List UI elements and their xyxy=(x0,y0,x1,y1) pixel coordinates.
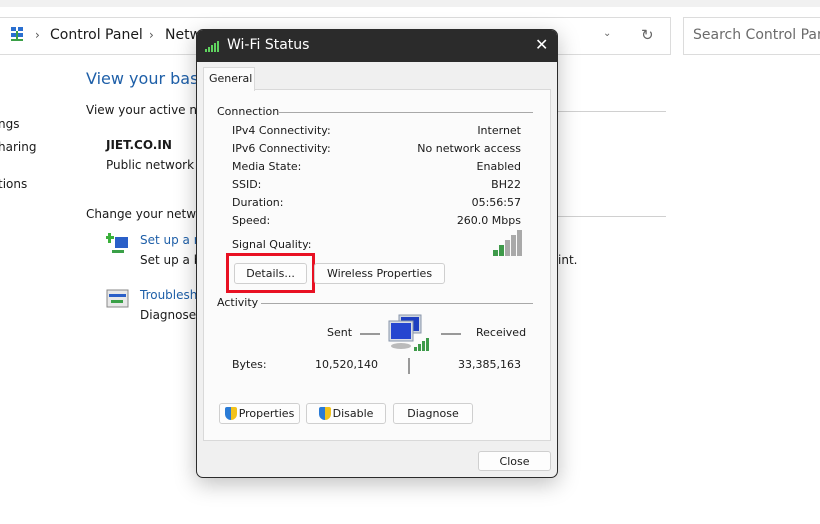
ipv4-label: IPv4 Connectivity: xyxy=(232,124,331,137)
signal-bar xyxy=(493,250,498,256)
window-top-strip xyxy=(0,0,820,7)
network-computers-icon xyxy=(387,313,437,362)
divider xyxy=(279,112,533,113)
duration-value: 05:56:57 xyxy=(471,196,521,209)
breadcrumb-separator: › xyxy=(149,28,154,42)
wireless-properties-button[interactable]: Wireless Properties xyxy=(314,263,445,284)
bytes-label: Bytes: xyxy=(232,358,267,371)
ipv6-label: IPv6 Connectivity: xyxy=(232,142,331,155)
sidebar-link[interactable]: ngs xyxy=(0,117,19,131)
properties-label: Properties xyxy=(238,407,295,420)
signal-bar xyxy=(511,235,516,256)
ipv6-value: No network access xyxy=(417,142,521,155)
uac-shield-icon xyxy=(224,407,237,420)
ssid-value: BH22 xyxy=(491,178,521,191)
activity-section-label: Activity xyxy=(217,296,259,309)
signal-bar xyxy=(505,240,510,256)
bytes-sent-value: 10,520,140 xyxy=(315,358,378,371)
bytes-received-value: 33,385,163 xyxy=(458,358,521,371)
signal-bar xyxy=(517,230,522,256)
details-button[interactable]: Details... xyxy=(234,263,307,284)
sent-line xyxy=(360,333,380,335)
speed-value: 260.0 Mbps xyxy=(456,214,521,227)
received-line xyxy=(441,333,461,335)
speed-label: Speed: xyxy=(232,214,271,227)
close-button[interactable]: Close xyxy=(478,451,551,471)
divider xyxy=(261,303,533,304)
signal-bar xyxy=(499,245,504,256)
close-icon[interactable]: ✕ xyxy=(535,35,548,54)
ipv4-value: Internet xyxy=(477,124,521,137)
network-type[interactable]: Public network xyxy=(106,158,194,172)
sidebar-link[interactable]: tions xyxy=(0,177,27,191)
connection-section-label: Connection xyxy=(217,105,280,118)
received-label: Received xyxy=(476,326,527,339)
dialog-title-bar[interactable]: Wi-Fi Status ✕ xyxy=(197,30,557,62)
ssid-label: SSID: xyxy=(232,178,262,191)
sent-label: Sent xyxy=(327,326,353,339)
chevron-down-icon[interactable]: ⌄ xyxy=(603,28,611,39)
media-state-value: Enabled xyxy=(476,160,521,173)
dialog-title: Wi-Fi Status xyxy=(227,37,310,53)
page-title: View your basic xyxy=(86,69,212,88)
troubleshoot-link[interactable]: Troublesho xyxy=(140,288,205,302)
refresh-icon[interactable]: ↻ xyxy=(641,26,654,44)
wifi-signal-icon xyxy=(205,40,221,56)
activity-divider xyxy=(408,358,410,374)
breadcrumb-control-panel[interactable]: Control Panel xyxy=(50,27,143,43)
breadcrumb-separator: › xyxy=(35,28,40,42)
duration-label: Duration: xyxy=(232,196,284,209)
network-icon xyxy=(10,26,24,42)
disable-label: Disable xyxy=(332,407,374,420)
change-settings-label: Change your networ xyxy=(86,207,209,221)
tab-general[interactable]: General xyxy=(203,67,255,91)
media-state-label: Media State: xyxy=(232,160,302,173)
uac-shield-icon xyxy=(318,407,331,420)
signal-quality-label: Signal Quality: xyxy=(232,238,312,251)
sidebar-link[interactable]: haring xyxy=(0,140,36,154)
properties-button[interactable]: Properties xyxy=(219,403,300,424)
wifi-status-dialog: Wi-Fi Status ✕ General Connection IPv4 C… xyxy=(196,29,558,478)
new-connection-icon xyxy=(105,232,130,256)
search-input[interactable]: Search Control Panel xyxy=(683,17,820,55)
disable-button[interactable]: Disable xyxy=(306,403,386,424)
setup-connection-desc-tail: int. xyxy=(558,253,578,267)
diagnose-button[interactable]: Diagnose xyxy=(393,403,473,424)
troubleshoot-icon xyxy=(106,289,130,309)
signal-quality-bars xyxy=(493,230,523,259)
network-name: JIET.CO.IN xyxy=(106,138,172,152)
